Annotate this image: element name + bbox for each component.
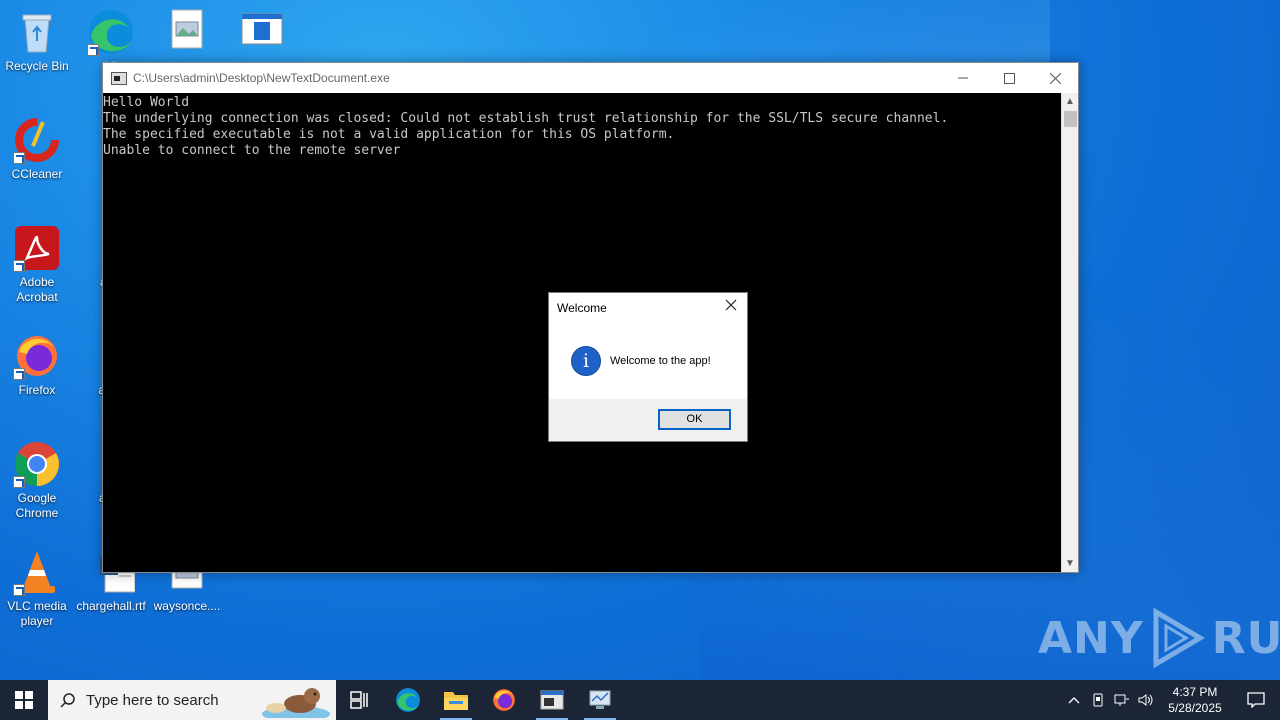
shortcut-arrow-icon: [13, 584, 25, 596]
network-app-icon: [589, 690, 611, 709]
image-file-icon: [163, 8, 211, 56]
maximize-button[interactable]: [986, 63, 1032, 93]
watermark-text: ANY: [1038, 612, 1144, 664]
file-explorer-icon: [444, 692, 468, 710]
firefox-icon: [493, 689, 515, 711]
desktop-icon-recycle-bin[interactable]: Recycle Bin: [0, 8, 74, 74]
taskbar-network-app-button[interactable]: [576, 680, 624, 720]
taskbar-file-explorer-button[interactable]: [432, 680, 480, 720]
notification-center-button[interactable]: [1232, 680, 1280, 720]
dialog-footer: OK: [549, 399, 747, 441]
console-app-icon: [111, 71, 127, 85]
taskbar-firefox-button[interactable]: [480, 680, 528, 720]
console-titlebar[interactable]: C:\Users\admin\Desktop\NewTextDocument.e…: [103, 63, 1078, 93]
search-icon: [60, 693, 75, 708]
console-line: The underlying connection was closed: Co…: [103, 111, 949, 126]
search-highlight-otter-icon: [262, 688, 330, 718]
minimize-button[interactable]: [940, 63, 986, 93]
scroll-up-icon[interactable]: ▲: [1062, 93, 1078, 110]
taskbar-console-button[interactable]: [528, 680, 576, 720]
task-view-button[interactable]: [336, 680, 384, 720]
edge-icon: [396, 688, 420, 712]
windows-logo-icon: [15, 691, 33, 709]
clock-date: 5/28/2025: [1168, 701, 1222, 715]
scroll-thumb[interactable]: [1064, 111, 1077, 127]
info-icon: i: [571, 346, 601, 376]
console-app-icon: [540, 690, 564, 710]
shortcut-arrow-icon: [13, 476, 25, 488]
dialog-close-icon[interactable]: [721, 297, 741, 317]
desktop-icon-firefox[interactable]: Firefox: [0, 332, 74, 398]
window-app-icon: [238, 8, 286, 56]
firefox-icon: [13, 332, 61, 380]
scroll-down-icon[interactable]: ▼: [1062, 555, 1078, 572]
ccleaner-icon: [13, 116, 61, 164]
start-button[interactable]: [0, 680, 48, 720]
desktop-icon-label: Recycle Bin: [5, 59, 69, 73]
desktop-icon-label: VLC media player: [7, 599, 67, 628]
console-line: Unable to connect to the remote server: [103, 143, 401, 158]
show-hidden-icons-icon[interactable]: [1062, 680, 1086, 720]
console-line: Hello World: [103, 95, 190, 110]
close-button[interactable]: [1032, 63, 1078, 93]
clock-time: 4:37 PM: [1172, 685, 1218, 699]
acrobat-icon: [13, 224, 61, 272]
edge-icon: [87, 8, 135, 56]
shortcut-arrow-icon: [87, 44, 99, 56]
task-view-icon: [350, 691, 368, 709]
notification-icon: [1247, 692, 1265, 708]
taskbar-clock[interactable]: 4:37 PM 5/28/2025: [1158, 684, 1232, 716]
network-icon[interactable]: [1110, 680, 1134, 720]
anyrun-watermark: ANY RUN: [1038, 608, 1280, 668]
desktop-icon-label: CCleaner: [11, 167, 63, 181]
shortcut-arrow-icon: [13, 260, 25, 272]
watermark-text: RUN: [1211, 612, 1280, 664]
desktop-icon-label: waysonce....: [153, 599, 221, 613]
desktop-icon-acrobat[interactable]: Adobe Acrobat: [0, 224, 74, 305]
dialog-title: Welcome: [557, 301, 607, 315]
taskbar: Type here to search 4:37 PM 5/28/2025: [0, 680, 1280, 720]
desktop-icon-vlc[interactable]: VLC media player: [0, 548, 74, 629]
desktop-icon-label: Adobe Acrobat: [16, 275, 58, 304]
desktop-icon-image-file[interactable]: [150, 8, 224, 59]
device-tray-icon[interactable]: [1086, 680, 1110, 720]
desktop-icon-window-app[interactable]: [225, 8, 299, 59]
search-placeholder: Type here to search: [86, 691, 219, 709]
console-line: The specified executable is not a valid …: [103, 127, 675, 142]
taskbar-search-box[interactable]: Type here to search: [48, 680, 336, 720]
system-tray: 4:37 PM 5/28/2025: [1062, 680, 1280, 720]
vlc-icon: [13, 548, 61, 596]
play-logo-icon: [1153, 608, 1205, 668]
desktop-icon-chrome[interactable]: Google Chrome: [0, 440, 74, 521]
desktop-icon-label: Firefox: [18, 383, 56, 397]
volume-icon[interactable]: [1134, 680, 1158, 720]
dialog-message: Welcome to the app!: [610, 355, 711, 367]
chrome-icon: [13, 440, 61, 488]
ok-button[interactable]: OK: [658, 409, 731, 430]
dialog-content: i Welcome to the app!: [549, 321, 747, 401]
shortcut-arrow-icon: [13, 152, 25, 164]
shortcut-arrow-icon: [13, 368, 25, 380]
desktop-icon-label: Google Chrome: [15, 491, 59, 520]
recycle-bin-icon: [13, 8, 61, 56]
taskbar-edge-button[interactable]: [384, 680, 432, 720]
desktop-icon-ccleaner[interactable]: CCleaner: [0, 116, 74, 182]
desktop-icon-label: chargehall.rtf: [76, 599, 146, 613]
console-title: C:\Users\admin\Desktop\NewTextDocument.e…: [133, 71, 390, 85]
welcome-dialog[interactable]: Welcome i Welcome to the app! OK: [548, 292, 748, 442]
vertical-scrollbar[interactable]: ▲ ▼: [1061, 93, 1078, 572]
